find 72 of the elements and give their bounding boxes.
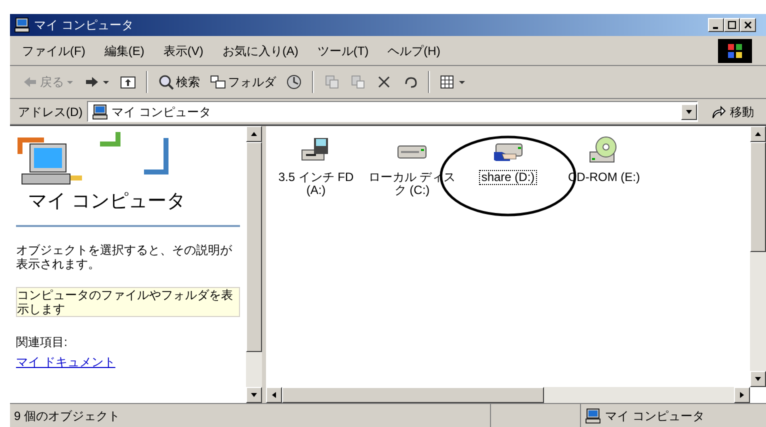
drive-item[interactable]: 3.5 インチ FD (A:) bbox=[270, 136, 362, 198]
status-zone: マイ コンピュータ bbox=[605, 408, 704, 424]
related-heading: 関連項目: bbox=[16, 334, 68, 350]
maximize-icon bbox=[728, 21, 736, 29]
menu-item[interactable]: ファイル(F) bbox=[22, 42, 86, 60]
address-label: アドレス(D) bbox=[18, 104, 83, 120]
scroll-up-button[interactable] bbox=[246, 126, 262, 142]
scroll-down-button[interactable] bbox=[750, 371, 766, 387]
caret-icon bbox=[66, 78, 74, 86]
menu-item[interactable]: お気に入り(A) bbox=[222, 42, 298, 60]
menu-item[interactable]: 編集(E) bbox=[104, 42, 144, 60]
toolbar-button[interactable] bbox=[120, 74, 136, 90]
address-field[interactable]: マイ コンピュータ bbox=[86, 101, 698, 122]
scroll-right-button[interactable] bbox=[734, 387, 750, 403]
computer-icon bbox=[14, 17, 30, 33]
drive-item[interactable]: share (D:) bbox=[462, 136, 554, 185]
vertical-scrollbar[interactable] bbox=[750, 126, 766, 387]
toolbar-button[interactable] bbox=[84, 74, 110, 90]
sidebar-title: マイ コンピュータ bbox=[16, 188, 240, 226]
horizontal-scrollbar[interactable] bbox=[266, 387, 750, 403]
computer-icon bbox=[585, 408, 601, 424]
toolbar-button[interactable] bbox=[440, 74, 466, 90]
go-arrow-icon bbox=[710, 104, 726, 120]
close-button[interactable] bbox=[740, 18, 756, 32]
minimize-button[interactable] bbox=[708, 18, 724, 32]
scroll-down-button[interactable] bbox=[246, 387, 262, 403]
toolbar-button[interactable]: 検索 bbox=[158, 73, 200, 91]
scroll-thumb[interactable] bbox=[246, 142, 262, 352]
toolbar-button[interactable] bbox=[376, 74, 392, 90]
drive-label: 3.5 インチ FD (A:) bbox=[277, 170, 355, 198]
scroll-thumb[interactable] bbox=[282, 387, 544, 403]
menu-item[interactable]: 表示(V) bbox=[163, 42, 204, 60]
selection-description: オブジェクトを選択すると、その説明が表示されます。 bbox=[16, 242, 233, 270]
copy-to-folder-icon bbox=[350, 74, 366, 90]
vertical-scrollbar[interactable] bbox=[246, 126, 262, 403]
scroll-thumb[interactable] bbox=[750, 142, 766, 252]
folder-up-icon bbox=[120, 74, 136, 90]
address-value: マイ コンピュータ bbox=[112, 104, 212, 120]
computer-icon bbox=[92, 104, 108, 120]
scroll-up-button[interactable] bbox=[750, 126, 766, 142]
go-button[interactable]: 移動 bbox=[702, 102, 762, 120]
folder-tree-icon bbox=[210, 74, 226, 90]
move-to-folder-icon bbox=[324, 74, 340, 90]
info-tip: コンピュータのファイルやフォルダを表示します bbox=[16, 286, 240, 316]
menu-item[interactable]: ヘルプ(H) bbox=[388, 42, 440, 60]
caret-icon bbox=[458, 78, 466, 86]
toolbar-button[interactable] bbox=[286, 74, 302, 90]
back-arrow-icon bbox=[22, 74, 38, 90]
clock-icon bbox=[286, 74, 302, 90]
scroll-left-button[interactable] bbox=[266, 387, 282, 403]
search-icon bbox=[158, 74, 174, 90]
status-count: 9 個のオブジェクト bbox=[13, 408, 122, 424]
delete-icon bbox=[376, 74, 392, 90]
close-icon bbox=[744, 21, 752, 29]
drive-label: share (D:) bbox=[479, 170, 537, 185]
views-grid-icon bbox=[440, 74, 456, 90]
left-arrow-icon bbox=[270, 391, 278, 399]
dropdown-button[interactable] bbox=[681, 104, 697, 120]
right-arrow-icon bbox=[738, 391, 746, 399]
forward-arrow-icon bbox=[84, 74, 100, 90]
window-title: マイ コンピュータ bbox=[34, 17, 134, 34]
toolbar-button[interactable]: フォルダ bbox=[210, 73, 276, 91]
down-arrow-icon bbox=[754, 375, 762, 383]
related-link[interactable]: マイ ドキュメント bbox=[16, 352, 240, 370]
down-arrow-icon bbox=[250, 391, 258, 399]
caret-icon bbox=[102, 78, 110, 86]
down-arrow-icon bbox=[685, 108, 693, 116]
up-arrow-icon bbox=[250, 130, 258, 138]
windows-logo bbox=[718, 38, 752, 62]
up-arrow-icon bbox=[754, 130, 762, 138]
menu-item[interactable]: ツール(T) bbox=[317, 42, 369, 60]
maximize-button[interactable] bbox=[724, 18, 740, 32]
